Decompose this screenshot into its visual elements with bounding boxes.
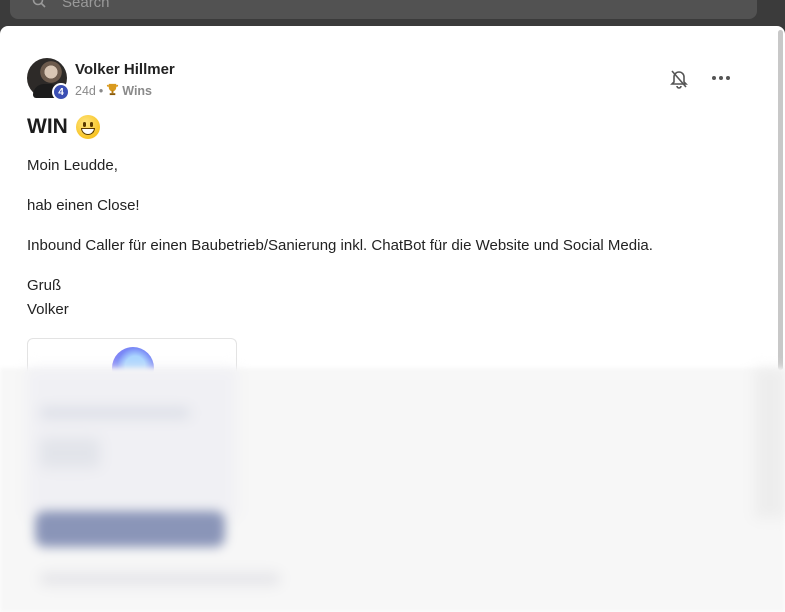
- post-meta: 24d • Wins: [75, 83, 152, 99]
- blurred-content: [0, 368, 785, 612]
- scrollbar[interactable]: [778, 30, 783, 370]
- post-paragraph: hab einen Close!: [27, 197, 140, 214]
- meta-separator: •: [98, 84, 104, 98]
- post-paragraph: Inbound Caller für einen Baubetrieb/Sani…: [27, 237, 653, 254]
- bell-off-icon[interactable]: [669, 68, 689, 90]
- post-modal: 4 Volker Hillmer 24d • Wins WIN Moin Leu…: [0, 26, 785, 612]
- post-paragraph: Volker: [27, 301, 69, 318]
- top-bar: Search: [0, 0, 785, 26]
- search-input[interactable]: Search: [10, 0, 757, 19]
- blurred-button: [35, 511, 225, 547]
- post-paragraph: Gruß: [27, 277, 62, 294]
- grinning-face-emoji: [75, 115, 100, 139]
- more-icon[interactable]: [710, 70, 732, 86]
- author-name[interactable]: Volker Hillmer: [75, 61, 175, 78]
- post-paragraph: Moin Leudde,: [27, 157, 118, 174]
- search-placeholder: Search: [62, 0, 110, 11]
- post-title: WIN: [27, 115, 100, 139]
- post-age[interactable]: 24d: [75, 84, 96, 98]
- trophy-icon: [106, 83, 119, 99]
- post-title-text: WIN: [27, 115, 68, 138]
- search-icon: [32, 0, 46, 12]
- level-badge: 4: [52, 83, 70, 101]
- post-header: 4 Volker Hillmer 24d • Wins: [27, 58, 747, 102]
- post-category[interactable]: Wins: [122, 84, 152, 98]
